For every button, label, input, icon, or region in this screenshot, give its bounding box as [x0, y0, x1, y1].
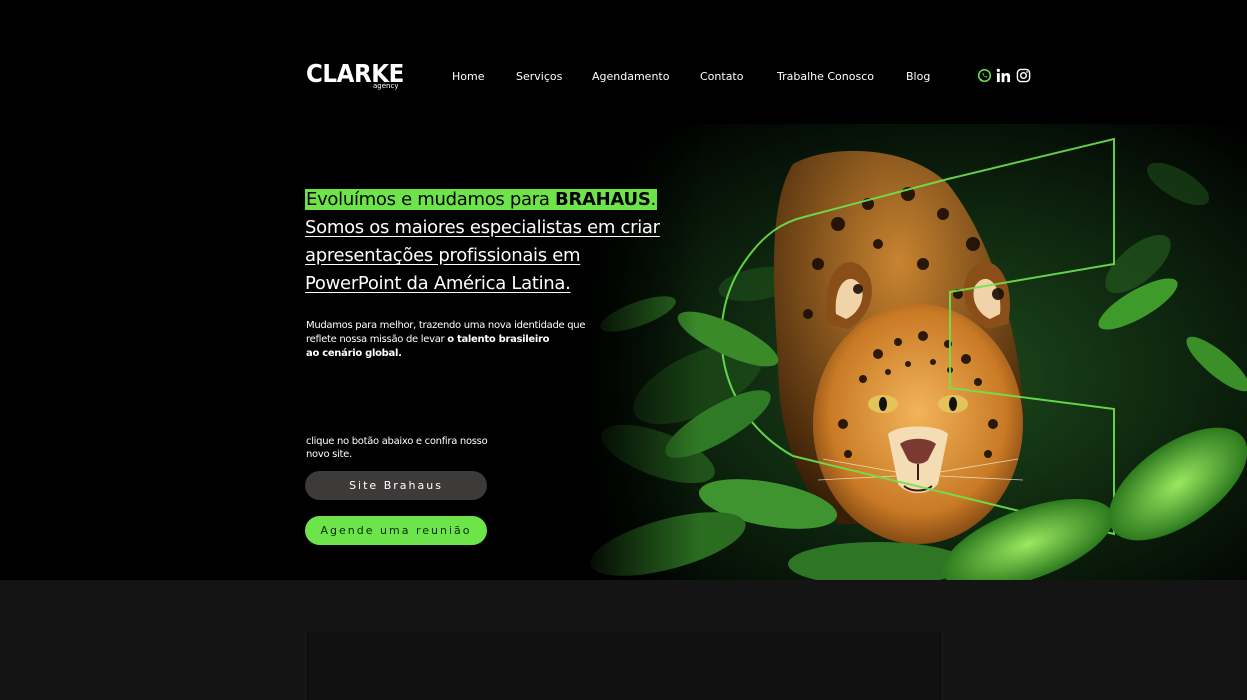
brand-logo[interactable]: CLARKE agency — [306, 60, 412, 91]
lower-section — [0, 580, 1247, 700]
linkedin-icon[interactable] — [996, 68, 1011, 88]
nav-contato[interactable]: Contato — [700, 70, 743, 83]
headline-dot: . — [650, 189, 656, 210]
nav-blog[interactable]: Blog — [906, 70, 930, 83]
logo-subtitle: agency — [373, 82, 399, 90]
instagram-icon[interactable] — [1016, 68, 1031, 88]
hero-description: Mudamos para melhor, trazendo uma nova i… — [306, 319, 596, 361]
jaguar-hero-image — [578, 124, 1247, 580]
schedule-meeting-button[interactable]: Agende uma reunião — [305, 516, 487, 545]
nav-servicos[interactable]: Serviços — [516, 70, 562, 83]
content-card — [305, 632, 943, 700]
headline-brand: BRAHAUS — [555, 189, 651, 210]
headline-highlight: Evoluímos e mudamos para BRAHAUS. — [305, 189, 657, 210]
description-bold-2: ao cenário global. — [306, 348, 402, 359]
headline-prefix: Evoluímos e mudamos para — [306, 189, 556, 210]
whatsapp-icon[interactable] — [977, 68, 992, 88]
cta-instruction: clique no botão abaixo e confira nosso n… — [306, 436, 488, 460]
nav-home[interactable]: Home — [452, 70, 484, 83]
hero-headline: Evoluímos e mudamos para BRAHAUS. Somos … — [305, 186, 675, 298]
nav-trabalhe-conosco[interactable]: Trabalhe Conosco — [777, 70, 874, 83]
headline-rest: Somos os maiores especialistas em criar … — [305, 217, 660, 294]
nav-agendamento[interactable]: Agendamento — [592, 70, 669, 83]
description-bold-1: o talento brasileiro — [447, 334, 550, 345]
hero-section: Evoluímos e mudamos para BRAHAUS. Somos … — [0, 124, 1247, 580]
site-brahaus-button[interactable]: Site Brahaus — [305, 471, 487, 500]
